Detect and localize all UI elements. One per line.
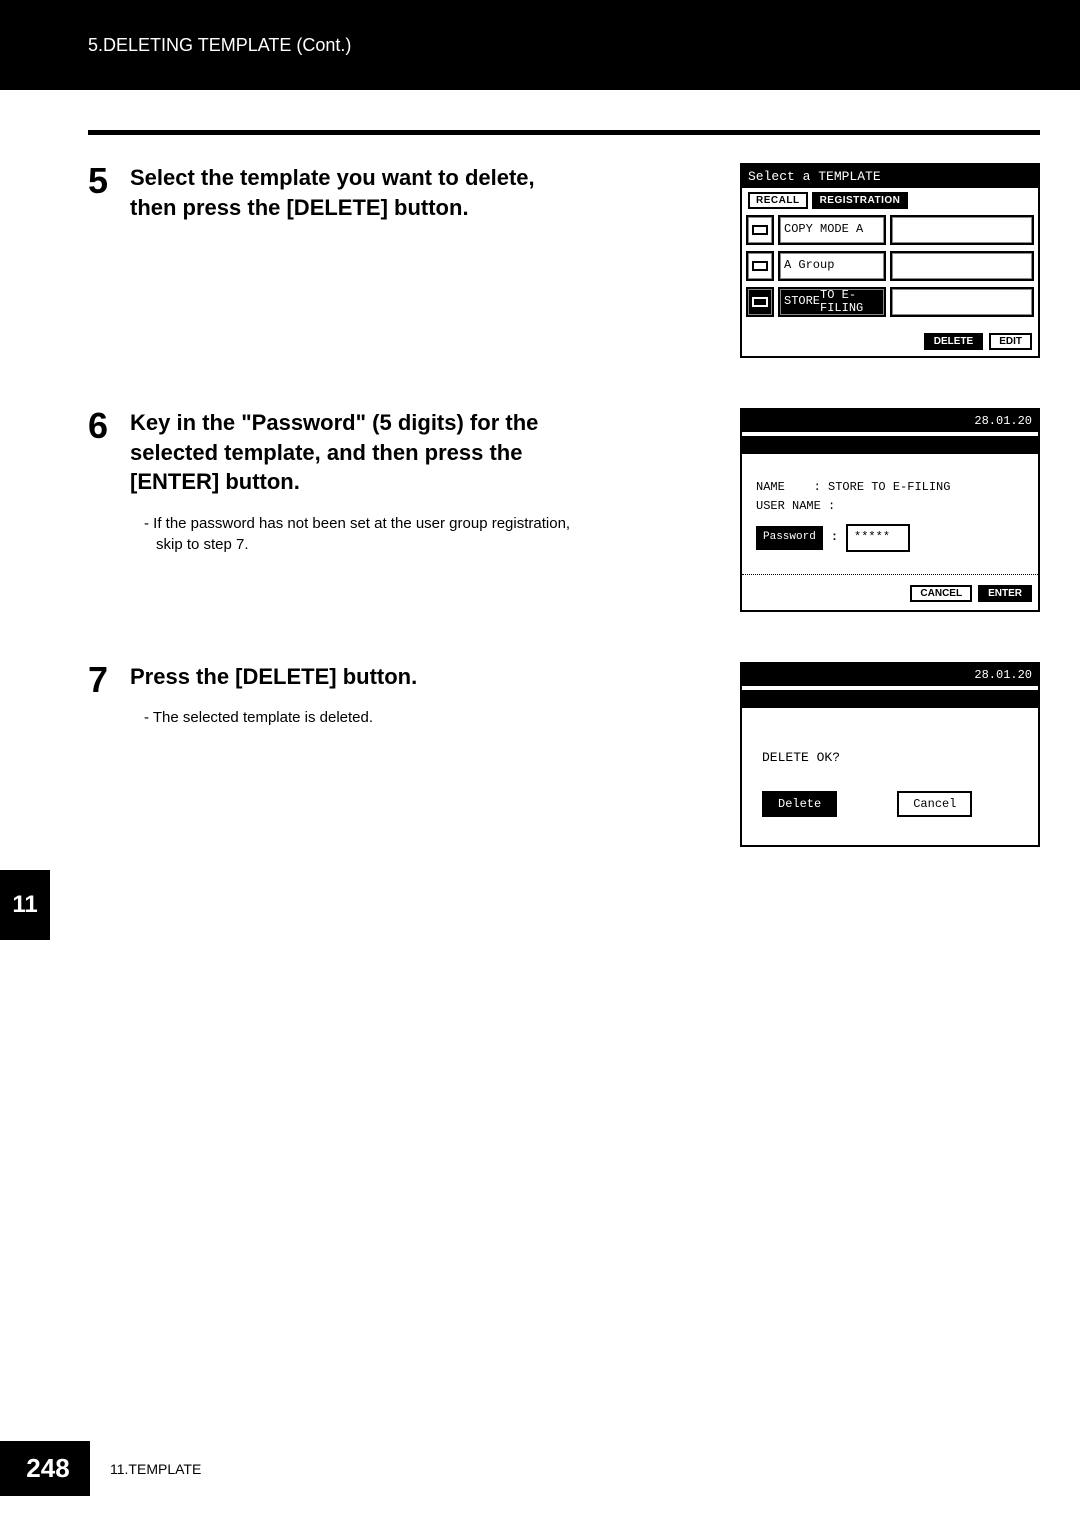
step-6: 6 Key in the "Password" (5 digits) for t… — [88, 408, 1040, 612]
step-title: Select the template you want to delete, … — [130, 163, 570, 222]
list-item-label: A Group — [778, 251, 886, 281]
cancel-button[interactable]: CANCEL — [910, 585, 972, 602]
template-icon — [752, 225, 768, 235]
screen-title: Select a TEMPLATE — [742, 165, 1038, 188]
chapter-tab: 11 — [0, 870, 50, 940]
confirm-delete-button[interactable]: Delete — [762, 791, 837, 817]
list-item-blank — [890, 287, 1034, 317]
password-field[interactable]: ***** — [846, 524, 910, 551]
step-number: 5 — [88, 163, 118, 358]
list-item-blank — [890, 251, 1034, 281]
confirm-prompt: DELETE OK? — [762, 750, 1018, 765]
step-5: 5 Select the template you want to delete… — [88, 163, 1040, 358]
screen-confirm-delete: 28.01.20 DELETE OK? Delete Cancel — [740, 662, 1040, 847]
screen-password: 28.01.20 NAME : STORE TO E-FILING USER N… — [740, 408, 1040, 612]
screen-template-list: Select a TEMPLATE RECALL REGISTRATION CO… — [740, 163, 1040, 358]
list-row[interactable]: STORE TO E-FILING — [746, 287, 1034, 317]
line2: TO E-FILING — [820, 289, 884, 315]
step-title: Key in the "Password" (5 digits) for the… — [130, 408, 570, 497]
list-row[interactable]: A Group — [746, 251, 1034, 281]
breadcrumb: 5.DELETING TEMPLATE (Cont.) — [88, 35, 351, 56]
chapter-number: 11 — [12, 891, 37, 919]
divider — [88, 130, 1040, 135]
blank-bar — [742, 436, 1038, 454]
name-value: : STORE TO E-FILING — [814, 480, 951, 494]
user-value: : — [828, 499, 835, 513]
template-icon — [752, 297, 768, 307]
password-label: Password — [756, 526, 823, 550]
step-note: - If the password has not been set at th… — [144, 513, 584, 555]
template-icon — [752, 261, 768, 271]
confirm-cancel-button[interactable]: Cancel — [897, 791, 972, 817]
page-number: 248 — [0, 1441, 90, 1496]
tab-recall[interactable]: RECALL — [748, 192, 808, 209]
date-label: 28.01.20 — [742, 664, 1038, 686]
page-footer: 248 11.TEMPLATE — [0, 1441, 201, 1496]
step-title: Press the [DELETE] button. — [130, 662, 570, 692]
list-item-label-selected: STORE TO E-FILING — [778, 287, 886, 317]
delete-button[interactable]: DELETE — [924, 333, 983, 350]
date-label: 28.01.20 — [742, 410, 1038, 432]
line1: STORE — [784, 295, 820, 308]
list-item-blank — [890, 215, 1034, 245]
edit-button[interactable]: EDIT — [989, 333, 1032, 350]
step-number: 7 — [88, 662, 118, 847]
divider-dotted — [742, 574, 1038, 575]
user-label: USER NAME — [756, 499, 821, 513]
blank-bar — [742, 690, 1038, 708]
step-note: - The selected template is deleted. — [144, 707, 584, 728]
tab-registration[interactable]: REGISTRATION — [812, 192, 909, 209]
step-number: 6 — [88, 408, 118, 612]
name-label: NAME — [756, 480, 785, 494]
footer-label: 11.TEMPLATE — [110, 1461, 201, 1477]
colon: : — [831, 528, 838, 547]
page-header: 5.DELETING TEMPLATE (Cont.) — [0, 0, 1080, 90]
step-7: 7 Press the [DELETE] button. - The selec… — [88, 662, 1040, 847]
enter-button[interactable]: ENTER — [978, 585, 1032, 602]
list-item-label: COPY MODE A — [778, 215, 886, 245]
list-row[interactable]: COPY MODE A — [746, 215, 1034, 245]
